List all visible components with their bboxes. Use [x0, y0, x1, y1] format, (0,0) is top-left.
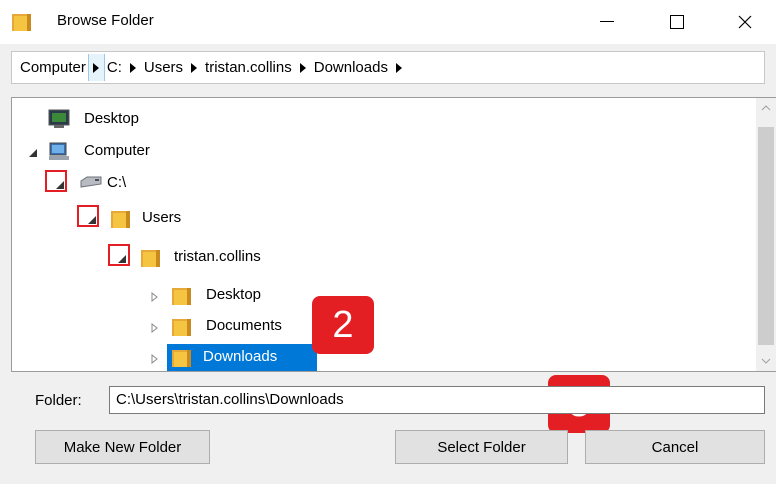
breadcrumb-item-computer[interactable]: Computer	[18, 52, 88, 83]
step-2-badge: 2	[312, 296, 374, 354]
make-new-folder-button[interactable]: Make New Folder	[35, 430, 210, 464]
tree-node-desktop[interactable]: Desktop	[12, 106, 312, 134]
desktop-icon	[48, 109, 72, 131]
chevron-right-icon[interactable]	[87, 54, 105, 81]
drive-icon	[79, 174, 103, 196]
tree-node-documents[interactable]: Documents	[12, 313, 312, 341]
breadcrumb-item-downloads[interactable]: Downloads	[312, 52, 390, 83]
folder-icon	[11, 11, 33, 33]
folder-icon	[109, 207, 133, 229]
breadcrumb: Computer C: Users tristan.collins Downlo…	[11, 51, 765, 84]
window-title: Browse Folder	[57, 12, 154, 29]
expanded-arrow-icon[interactable]	[25, 145, 41, 161]
tree-node-computer[interactable]: Computer	[12, 138, 312, 166]
breadcrumb-item-c-drive[interactable]: C:	[105, 52, 124, 83]
chevron-right-icon[interactable]	[124, 52, 142, 83]
tree-node-label: C:\	[107, 174, 127, 191]
cancel-button[interactable]: Cancel	[585, 430, 765, 464]
chevron-right-icon[interactable]	[390, 52, 408, 83]
breadcrumb-item-user-folder[interactable]: tristan.collins	[203, 52, 294, 83]
title-bar: Browse Folder	[0, 0, 776, 44]
folder-icon	[139, 246, 163, 268]
collapsed-arrow-icon[interactable]	[146, 320, 162, 336]
tree-node-label: Desktop	[206, 286, 262, 303]
tree-node-label: Desktop	[84, 110, 140, 127]
scroll-up-icon[interactable]	[756, 98, 776, 118]
maximize-button[interactable]	[646, 0, 708, 44]
collapsed-arrow-icon[interactable]	[146, 351, 162, 367]
vertical-scrollbar[interactable]	[756, 98, 776, 371]
tree-node-label: tristan.collins	[174, 248, 261, 265]
scroll-down-icon[interactable]	[756, 351, 776, 371]
folder-icon	[170, 346, 194, 368]
tree-node-label: Computer	[84, 142, 150, 159]
collapsed-arrow-icon[interactable]	[146, 289, 162, 305]
folder-tree[interactable]: Desktop Computer C:\ Users tristan.colli…	[11, 97, 776, 372]
scrollbar-thumb[interactable]	[758, 127, 774, 345]
highlight-box	[45, 170, 67, 192]
close-button[interactable]	[714, 0, 776, 44]
chevron-right-icon[interactable]	[294, 52, 312, 83]
tree-node-user-folder[interactable]: tristan.collins	[12, 244, 332, 272]
tree-node-label: Downloads	[200, 346, 281, 367]
folder-icon	[170, 315, 194, 337]
tree-node-downloads[interactable]: Downloads	[12, 344, 322, 371]
tree-node-user-desktop[interactable]: Desktop	[12, 282, 312, 310]
highlight-box	[108, 244, 130, 266]
select-folder-button[interactable]: Select Folder	[395, 430, 568, 464]
folder-label: Folder:	[35, 392, 82, 409]
folder-icon	[170, 284, 194, 306]
breadcrumb-item-users[interactable]: Users	[142, 52, 185, 83]
tree-node-label: Users	[142, 209, 182, 226]
chevron-right-icon[interactable]	[185, 52, 203, 83]
tree-node-users[interactable]: Users	[12, 205, 312, 233]
highlight-box	[77, 205, 99, 227]
folder-path-field[interactable]: C:\Users\tristan.collins\Downloads	[109, 386, 765, 414]
computer-icon	[48, 141, 72, 163]
browse-folder-dialog: Browse Folder Computer C: Users tristan.…	[0, 0, 776, 484]
tree-node-label: Documents	[206, 317, 282, 334]
minimize-button[interactable]	[576, 0, 638, 44]
